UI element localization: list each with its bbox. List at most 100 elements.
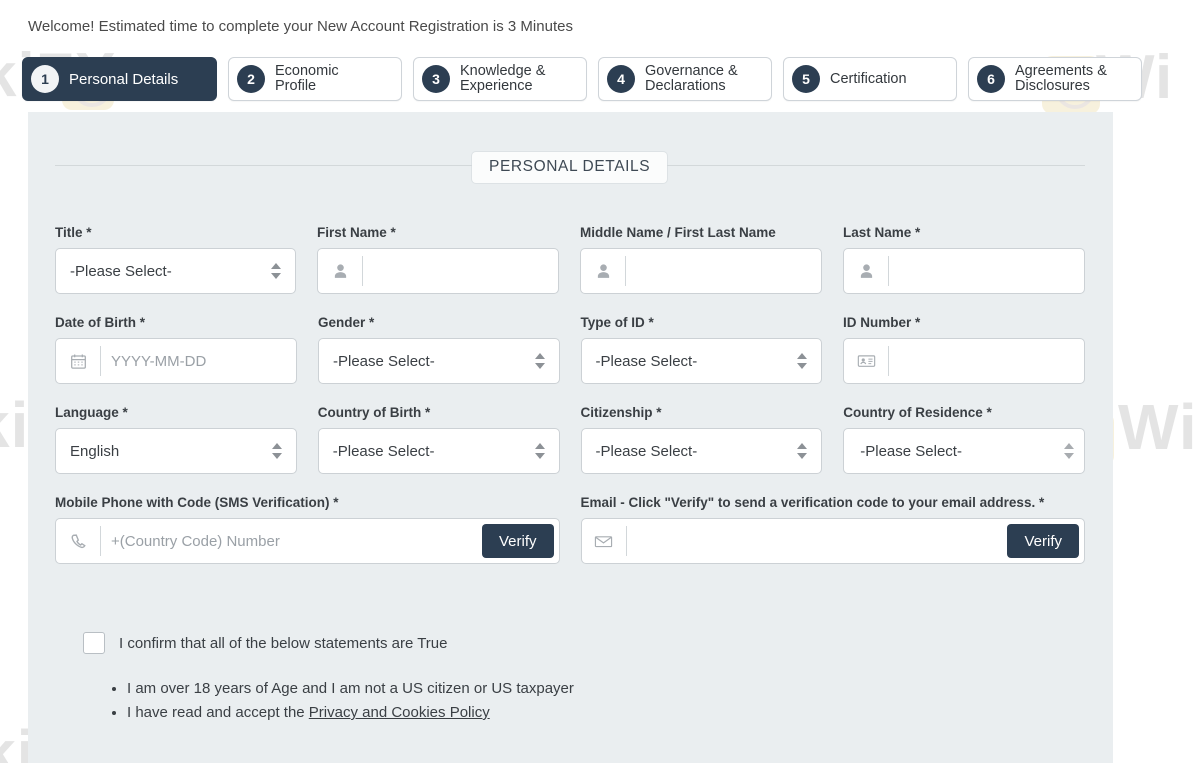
chevron-updown-icon	[533, 353, 547, 369]
country-of-birth-select-value: -Please Select-	[332, 442, 435, 460]
chevron-updown-icon	[533, 443, 547, 459]
gender-select[interactable]: -Please Select-	[318, 338, 560, 384]
chevron-updown-icon	[795, 353, 809, 369]
country-of-residence-select-value: -Please Select-	[860, 442, 962, 460]
confirm-checkbox[interactable]	[83, 632, 105, 654]
title-select[interactable]: -Please Select-	[55, 248, 296, 294]
field-label: Country of Birth *	[317, 405, 431, 420]
field-label: Mobile Phone with Code (SMS Verification…	[55, 495, 339, 510]
middle-name-control[interactable]	[580, 248, 822, 294]
statement-text: I have read and accept the	[127, 704, 309, 721]
field-type-of-id: Type of ID * -Please Select-	[580, 315, 822, 384]
country-of-birth-select[interactable]: -Please Select-	[317, 428, 560, 474]
field-email: Email - Click "Verify" to send a verific…	[580, 495, 1085, 564]
field-country-of-residence: Country of Residence * -Please Select-	[843, 405, 1085, 474]
form-row: Language * English Country of Birth * -P…	[55, 405, 1085, 474]
email-verify-button[interactable]: Verify	[1007, 524, 1079, 558]
step-3-knowledge-experience[interactable]: 3 Knowledge & Experience	[413, 57, 587, 101]
field-first-name: First Name *	[317, 225, 559, 294]
chevron-updown-icon	[269, 263, 283, 279]
form-row: Mobile Phone with Code (SMS Verification…	[55, 495, 1085, 564]
statements-list: I am over 18 years of Age and I am not a…	[105, 677, 574, 725]
user-icon	[318, 249, 362, 293]
step-2-economic-profile[interactable]: 2 Economic Profile	[228, 57, 402, 101]
step-1-personal-details[interactable]: 1 Personal Details	[22, 57, 217, 101]
step-number: 1	[31, 65, 59, 93]
field-last-name: Last Name *	[843, 225, 1085, 294]
language-select-value: English	[70, 442, 120, 460]
chevron-updown-icon	[1062, 443, 1076, 459]
statement-text: I am over 18 years of Age and I am not a…	[127, 680, 574, 697]
date-of-birth-control[interactable]	[55, 338, 297, 384]
field-label: Title *	[55, 225, 92, 240]
id-card-icon	[844, 339, 888, 383]
id-number-input[interactable]	[889, 339, 1084, 383]
step-4-governance-declarations[interactable]: 4 Governance & Declarations	[598, 57, 772, 101]
confirm-statements-row: I confirm that all of the below statemen…	[83, 632, 448, 654]
field-title: Title * -Please Select-	[55, 225, 296, 294]
list-item: I have read and accept the Privacy and C…	[127, 701, 574, 724]
last-name-input[interactable]	[889, 249, 1084, 293]
step-number: 5	[792, 65, 820, 93]
watermark-text: Wi	[1118, 391, 1198, 463]
field-label: First Name *	[317, 225, 396, 240]
registration-stepper: 1 Personal Details 2 Economic Profile 3 …	[22, 57, 1142, 101]
welcome-message: Welcome! Estimated time to complete your…	[28, 18, 573, 35]
chevron-updown-icon	[795, 443, 809, 459]
field-country-of-birth: Country of Birth * -Please Select-	[317, 405, 560, 474]
step-number: 2	[237, 65, 265, 93]
field-middle-name: Middle Name / First Last Name	[580, 225, 822, 294]
middle-name-input[interactable]	[626, 249, 821, 293]
confirm-checkbox-label: I confirm that all of the below statemen…	[119, 634, 448, 652]
field-gender: Gender * -Please Select-	[318, 315, 560, 384]
field-label: Country of Residence *	[843, 405, 992, 420]
user-icon	[581, 249, 625, 293]
personal-details-panel: PERSONAL DETAILS Title * -Please Select-…	[28, 112, 1113, 763]
first-name-control[interactable]	[317, 248, 559, 294]
chevron-updown-icon	[270, 443, 284, 459]
list-item: I am over 18 years of Age and I am not a…	[127, 677, 574, 700]
step-label: Personal Details	[69, 70, 179, 88]
field-language: Language * English	[55, 405, 297, 474]
citizenship-select-value: -Please Select-	[595, 442, 698, 460]
envelope-icon	[582, 519, 626, 563]
email-control[interactable]: Verify	[580, 518, 1085, 564]
field-label: Type of ID *	[580, 315, 654, 330]
mobile-phone-input[interactable]	[101, 519, 482, 563]
field-label: Date of Birth *	[55, 315, 146, 330]
field-label: Gender *	[318, 315, 375, 330]
gender-select-value: -Please Select-	[333, 352, 435, 370]
id-number-control[interactable]	[843, 338, 1085, 384]
type-of-id-select-value: -Please Select-	[595, 352, 698, 370]
registration-page: kiFX Wi kiFX WikiFX Wi kiFX WikiFX Welco…	[0, 0, 1201, 763]
mobile-phone-control[interactable]: Verify	[55, 518, 560, 564]
first-name-input[interactable]	[363, 249, 558, 293]
step-5-certification[interactable]: 5 Certification	[783, 57, 957, 101]
personal-details-form: Title * -Please Select- First Name * Mid…	[55, 225, 1085, 585]
citizenship-select[interactable]: -Please Select-	[580, 428, 823, 474]
country-of-residence-select[interactable]: -Please Select-	[843, 428, 1085, 474]
email-input[interactable]	[626, 519, 1008, 563]
section-title: PERSONAL DETAILS	[472, 152, 668, 183]
privacy-and-cookies-policy-link[interactable]: Privacy and Cookies Policy	[309, 704, 490, 721]
last-name-control[interactable]	[843, 248, 1085, 294]
field-label: Middle Name / First Last Name	[580, 225, 776, 240]
field-date-of-birth: Date of Birth *	[55, 315, 297, 384]
step-label: Governance & Declarations	[645, 63, 738, 94]
field-label: Email - Click "Verify" to send a verific…	[580, 495, 1045, 510]
form-row: Title * -Please Select- First Name * Mid…	[55, 225, 1085, 294]
field-label: Last Name *	[843, 225, 921, 240]
step-label: Knowledge & Experience	[460, 63, 546, 94]
step-label: Certification	[830, 70, 907, 87]
form-row: Date of Birth * YYYY-MM-DD Gender * -Ple…	[55, 315, 1085, 384]
mobile-verify-button[interactable]: Verify	[481, 524, 554, 558]
phone-icon	[56, 519, 100, 563]
field-label: Language *	[55, 405, 128, 420]
step-6-agreements-disclosures[interactable]: 6 Agreements & Disclosures	[968, 57, 1142, 101]
calendar-icon	[56, 339, 100, 383]
language-select[interactable]: English	[55, 428, 297, 474]
user-icon	[844, 249, 888, 293]
field-mobile-phone: Mobile Phone with Code (SMS Verification…	[55, 495, 560, 564]
date-of-birth-input[interactable]	[101, 339, 296, 383]
type-of-id-select[interactable]: -Please Select-	[580, 338, 822, 384]
